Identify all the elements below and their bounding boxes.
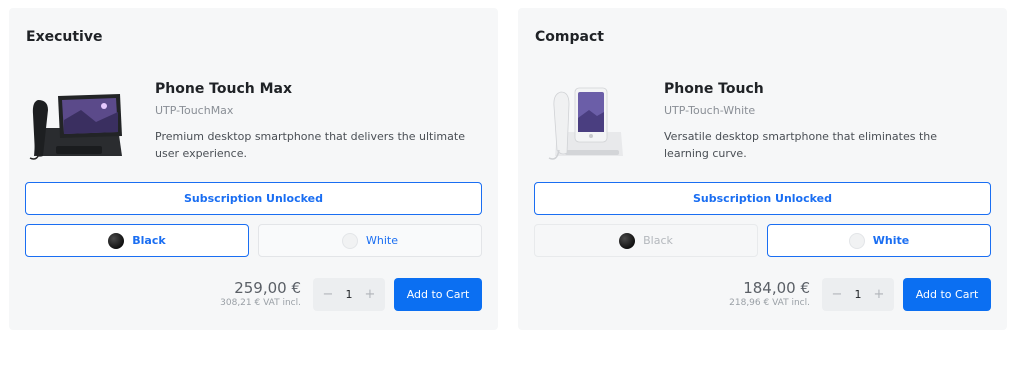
add-to-cart-label: Add to Cart <box>406 288 470 301</box>
color-option-black[interactable]: Black <box>25 224 249 257</box>
color-option-white[interactable]: White <box>767 224 991 257</box>
white-swatch-icon <box>848 232 865 249</box>
decrement-button[interactable]: − <box>830 287 844 302</box>
card-title: Executive <box>26 29 103 45</box>
product-card-compact: Compact Phone Touch UTP-Touch-White Vers… <box>518 8 1007 330</box>
color-label: Black <box>643 234 673 247</box>
white-swatch-icon <box>342 232 358 249</box>
subscription-label: Subscription Unlocked <box>184 192 323 205</box>
quantity-stepper: − 1 + <box>822 278 894 311</box>
price: 184,00 € <box>743 279 810 297</box>
add-to-cart-button[interactable]: Add to Cart <box>394 278 482 311</box>
product-card-executive: Executive Phone Touch Max UTP-TouchMax P… <box>9 8 498 330</box>
decrement-button[interactable]: − <box>321 287 335 302</box>
price: 259,00 € <box>234 279 301 297</box>
black-swatch-icon <box>108 232 125 249</box>
increment-button[interactable]: + <box>363 287 377 302</box>
add-to-cart-label: Add to Cart <box>915 288 979 301</box>
product-grid: Executive Phone Touch Max UTP-TouchMax P… <box>0 0 1024 371</box>
price-block: 184,00 € 218,96 € VAT incl. <box>729 280 810 309</box>
subscription-unlocked-button[interactable]: Subscription Unlocked <box>25 182 482 215</box>
product-sku: UTP-Touch-White <box>664 104 756 117</box>
quantity-value[interactable]: 1 <box>346 288 353 301</box>
price-vat: 308,21 € VAT incl. <box>220 298 301 308</box>
card-title: Compact <box>535 29 604 45</box>
product-name: Phone Touch <box>664 81 764 97</box>
color-label: White <box>872 234 910 247</box>
product-description: Versatile desktop smartphone that elimin… <box>664 130 937 160</box>
subscription-unlocked-button[interactable]: Subscription Unlocked <box>534 182 991 215</box>
subscription-label: Subscription Unlocked <box>693 192 832 205</box>
price-vat: 218,96 € VAT incl. <box>729 298 810 308</box>
phone-touch-max-image <box>29 94 122 160</box>
add-to-cart-button[interactable]: Add to Cart <box>903 278 991 311</box>
quantity-value[interactable]: 1 <box>855 288 862 301</box>
product-name: Phone Touch Max <box>155 81 293 97</box>
color-option-white[interactable]: White <box>258 224 482 257</box>
quantity-stepper: − 1 + <box>313 278 385 311</box>
color-option-black[interactable]: Black <box>534 224 758 257</box>
product-description: Premium desktop smartphone that delivers… <box>155 130 465 160</box>
color-label: Black <box>132 234 166 247</box>
black-swatch-icon <box>619 232 636 249</box>
increment-button[interactable]: + <box>872 287 886 302</box>
phone-touch-image <box>548 87 623 160</box>
price-block: 259,00 € 308,21 € VAT incl. <box>220 280 301 309</box>
product-sku: UTP-TouchMax <box>155 104 234 117</box>
color-label: White <box>366 234 398 247</box>
